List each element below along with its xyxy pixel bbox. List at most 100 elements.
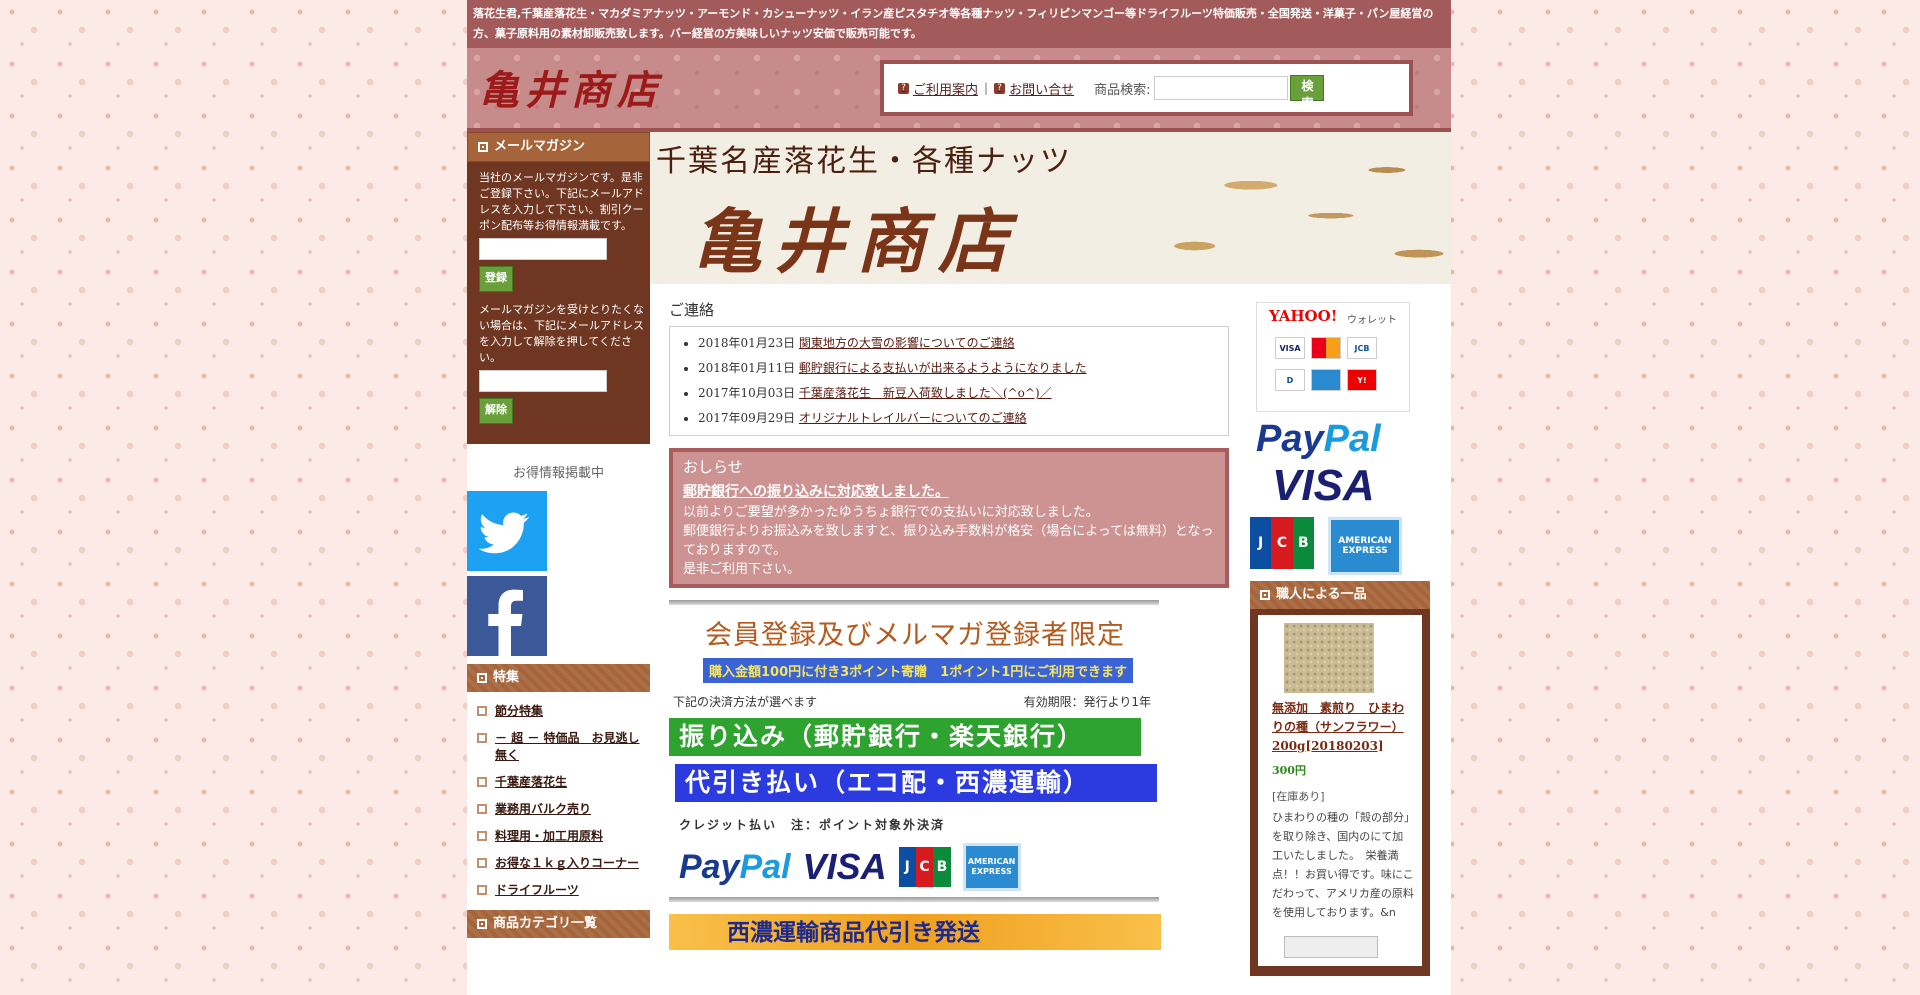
- product-image[interactable]: [1284, 623, 1374, 693]
- product-description: ひまわりの種の「殻の部分」を取り除き、国内のにて加工いたしました。 栄養満点！！…: [1272, 811, 1414, 919]
- twitter-link[interactable]: [467, 491, 547, 571]
- list-item: － 超 － 特価品 お見逃し無く: [471, 725, 650, 769]
- feature-link[interactable]: 料理用・加工用原料: [495, 828, 603, 845]
- list-item: ドライフルーツ: [471, 877, 650, 904]
- visa-logo: VISA: [802, 846, 887, 887]
- list-item: 2018年01月11日 郵貯銀行による支払いが出来るようようになりました: [698, 356, 1218, 381]
- contact-box: 2018年01月23日 関東地方の大雪の影響についてのご連絡 2018年01月1…: [669, 326, 1229, 436]
- feature-link[interactable]: お得な１ｋｇ入りコーナー: [495, 855, 639, 872]
- promo-title: 会員登録及びメルマガ登録者限定: [705, 620, 1125, 651]
- contact-date: 2018年01月23日: [698, 336, 796, 350]
- divider: [669, 897, 1159, 902]
- yahoo-card-mini-icon: Y!: [1347, 369, 1377, 391]
- contact-link[interactable]: オリジナルトレイルバーについてのご連絡: [799, 411, 1027, 425]
- contact-link[interactable]: 関東地方の大雪の影響についてのご連絡: [799, 336, 1015, 350]
- link-separator: |: [984, 81, 989, 95]
- category-header: 商品カテゴリ一覧: [467, 910, 650, 938]
- feature-link[interactable]: － 超 － 特価品 お見逃し無く: [495, 730, 644, 764]
- yahoo-text: YAHOO!: [1269, 307, 1338, 325]
- yahoo-wallet-text: ウォレット: [1347, 315, 1397, 326]
- bullet-square-icon: [477, 885, 487, 895]
- category-title: 商品カテゴリ一覧: [493, 916, 598, 931]
- main-banner: 千葉名産落花生・各種ナッツ 亀井商店: [650, 132, 1451, 284]
- search-button[interactable]: 検索: [1290, 75, 1325, 110]
- feature-list: 節分特集 － 超 － 特価品 お見逃し無く 千葉産落花生 業務用バルク売り 料理…: [467, 692, 650, 910]
- grid-icon: [1260, 589, 1270, 600]
- product-search-input[interactable]: [1154, 76, 1289, 100]
- yahoo-wallet-logo: YAHOO! ウォレット VISA JCB D Y!: [1256, 302, 1410, 412]
- jcb-letter: J: [1250, 517, 1272, 569]
- unsubscribe-button[interactable]: 解除: [479, 398, 513, 424]
- paypal-text-a: Pay: [1256, 418, 1324, 460]
- center-column: ご連絡 2018年01月23日 関東地方の大雪の影響についてのご連絡 2018年…: [669, 295, 1229, 950]
- jcb-letter: J: [898, 847, 916, 887]
- subscribe-button[interactable]: 登録: [479, 266, 513, 292]
- feature-section: 特集 節分特集 － 超 － 特価品 お見逃し無く 千葉産落花生 業務用バルク売り…: [467, 664, 650, 938]
- page: 落花生君,千葉産落花生・マカダミアナッツ・アーモンド・カシューナッツ・イラン産ピ…: [467, 0, 1451, 995]
- notice-line: 郵便銀行よりお振込みを致しますと、振り込み手数料が格安（場合によっては無料）とな…: [683, 524, 1214, 558]
- shop-logo[interactable]: 亀井商店: [479, 58, 663, 116]
- credit-label: クレジット払い 注：ポイント対象外決済: [679, 818, 946, 832]
- contact-link[interactable]: 千葉産落花生 新豆入荷致しました＼(^o^)／: [799, 386, 1052, 400]
- grid-icon: [478, 141, 488, 152]
- mail-magazine-title: メールマガジン: [494, 139, 586, 154]
- product-name-link[interactable]: 無添加 素煎り ひまわりの種（サンフラワー）200g[20180203]: [1272, 699, 1414, 756]
- list-item: 料理用・加工用原料: [471, 823, 650, 850]
- list-item: 2017年10月03日 千葉産落花生 新豆入荷致しました＼(^o^)／: [698, 381, 1218, 406]
- list-item: 2018年01月23日 関東地方の大雪の影響についてのご連絡: [698, 331, 1218, 356]
- contact-link[interactable]: ? お問い合せ: [994, 79, 1074, 98]
- craft-header: 職人による一品: [1250, 581, 1430, 609]
- paypal-text-a: Pay: [679, 847, 740, 886]
- validity-label: 有効期限：発行より1年: [1023, 695, 1151, 709]
- visa-mini-icon: VISA: [1275, 337, 1305, 359]
- craft-product-card: 無添加 素煎り ひまわりの種（サンフラワー）200g[20180203] 300…: [1258, 615, 1422, 966]
- craft-title: 職人による一品: [1276, 587, 1367, 602]
- craft-section: 職人による一品 無添加 素煎り ひまわりの種（サンフラワー）200g[20180…: [1250, 581, 1430, 976]
- question-icon: ?: [898, 82, 909, 94]
- contact-link-label: お問い合せ: [1009, 82, 1075, 98]
- header-nav-panel: ? ご利用案内 | ? お問い合せ 商品検索: 検索: [880, 60, 1413, 116]
- feature-link[interactable]: ドライフルーツ: [495, 882, 579, 899]
- mail-magazine-header: メールマガジン: [467, 132, 650, 162]
- notice-line: 是非ご利用下さい。: [683, 562, 801, 577]
- product-stock: [在庫あり]: [1272, 790, 1325, 803]
- unsubscribe-email-input[interactable]: [479, 370, 607, 392]
- mail-magazine-intro: 当社のメールマガジンです。是非ご登録下さい。下記にメールアドレスを入力して下さい…: [479, 171, 644, 232]
- guide-link[interactable]: ? ご利用案内: [898, 79, 978, 98]
- jcb-letter: C: [915, 847, 934, 887]
- grid-icon: [477, 918, 487, 929]
- product-price: 300円: [1272, 764, 1306, 777]
- contact-list: 2018年01月23日 関東地方の大雪の影響についてのご連絡 2018年01月1…: [680, 331, 1218, 431]
- amex-logo: AMERICAN EXPRESS: [962, 843, 1021, 891]
- feature-link[interactable]: 節分特集: [495, 703, 543, 720]
- visa-logo: VISA: [1272, 461, 1375, 510]
- deals-label: お得情報掲載中: [512, 466, 604, 481]
- amex-mini-icon: [1311, 369, 1341, 391]
- bullet-square-icon: [477, 777, 487, 787]
- mail-magazine-box: メールマガジン 当社のメールマガジンです。是非ご登録下さい。下記にメールアドレス…: [467, 132, 650, 444]
- bullet-square-icon: [477, 858, 487, 868]
- right-column: YAHOO! ウォレット VISA JCB D Y! PayPal VISA J…: [1250, 302, 1430, 976]
- bullet-square-icon: [477, 804, 487, 814]
- feature-link[interactable]: 業務用バルク売り: [495, 801, 591, 818]
- feature-link[interactable]: 千葉産落花生: [495, 774, 567, 791]
- list-item: 業務用バルク売り: [471, 796, 650, 823]
- card-logos: PayPal VISA J C B AMERICAN EXPRESS: [679, 843, 1159, 891]
- contact-title: ご連絡: [669, 301, 715, 319]
- question-icon: ?: [994, 82, 1006, 94]
- facebook-link[interactable]: [467, 576, 547, 656]
- jcb-logo: J C B: [898, 847, 951, 887]
- list-item: お得な１ｋｇ入りコーナー: [471, 850, 650, 877]
- subscribe-email-input[interactable]: [479, 238, 607, 260]
- paypal-text-b: Pal: [739, 847, 791, 886]
- next-product-image[interactable]: [1284, 936, 1378, 958]
- contact-link[interactable]: 郵貯銀行による支払いが出来るようようになりました: [799, 361, 1087, 375]
- divider: [669, 600, 1159, 605]
- banner-title: 亀井商店: [692, 200, 1020, 283]
- top-description-bar: 落花生君,千葉産落花生・マカダミアナッツ・アーモンド・カシューナッツ・イラン産ピ…: [467, 0, 1451, 48]
- notice-link[interactable]: 郵貯銀行への振り込みに対応致しました。: [683, 481, 1215, 501]
- feature-header: 特集: [467, 664, 650, 692]
- jcb-logo: J C B: [1250, 517, 1314, 569]
- search-label: 商品検索:: [1094, 82, 1151, 98]
- bullet-square-icon: [477, 831, 487, 841]
